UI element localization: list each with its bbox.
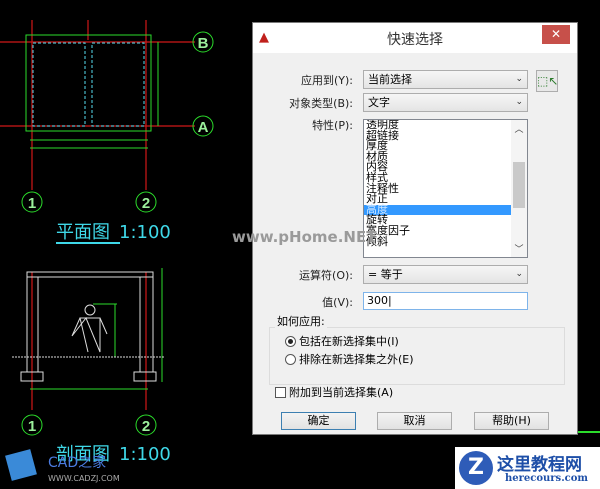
include-label: 包括在新选择集中(I) xyxy=(299,335,399,348)
apply-to-value: 当前选择 xyxy=(368,73,412,86)
object-type-label: 对象类型(B): xyxy=(289,97,353,110)
properties-label: 特性(P): xyxy=(312,119,353,132)
how-to-apply-label: 如何应用: xyxy=(275,313,327,329)
exclude-radio[interactable]: 排除在新选择集之外(E) xyxy=(285,351,414,367)
axis-label-2: 2 xyxy=(142,195,150,212)
cancel-button[interactable]: 取消 xyxy=(377,412,452,430)
close-button[interactable]: ✕ xyxy=(542,25,570,44)
cad-logo: CAD之家 WWW.CADZJ.COM xyxy=(5,449,120,483)
svg-text:CAD之家: CAD之家 xyxy=(48,454,106,471)
radio-checked-icon xyxy=(285,335,296,347)
operator-label: 运算符(O): xyxy=(299,269,353,282)
select-objects-icon: ⬚↖ xyxy=(537,74,559,88)
axis-label-2-section: 2 xyxy=(142,418,150,435)
site-logo: Z 这里教程网 herecours.com xyxy=(455,447,600,489)
svg-text:WWW.CADZJ.COM: WWW.CADZJ.COM xyxy=(48,474,120,483)
plan-scale: 1:100 xyxy=(119,222,171,243)
axis-label-1-section: 1 xyxy=(28,418,36,435)
value-text: 300 xyxy=(367,294,388,307)
value-input[interactable]: 300| xyxy=(363,292,528,310)
include-radio[interactable]: 包括在新选择集中(I) xyxy=(285,333,399,349)
site-logo-name: 这里教程网 xyxy=(497,455,582,475)
axis-label-a: A xyxy=(198,119,209,136)
value-label: 值(V): xyxy=(322,296,353,309)
scrollbar-thumb[interactable] xyxy=(513,162,525,208)
list-item[interactable]: 倾斜 xyxy=(364,236,511,248)
operator-value: = 等于 xyxy=(368,268,403,281)
plan-title: 平面图 xyxy=(56,222,110,243)
dialog-title: 快速选择 xyxy=(387,32,443,48)
chevron-down-icon: ⌄ xyxy=(515,74,523,84)
help-button[interactable]: 帮助(H) xyxy=(474,412,549,430)
operator-select[interactable]: = 等于 ⌄ xyxy=(363,265,528,284)
site-logo-icon: Z xyxy=(459,451,493,485)
chevron-down-icon: ⌄ xyxy=(515,269,523,279)
quick-select-dialog: ▲ 快速选择 ✕ 应用到(Y): 当前选择 ⌄ ⬚↖ 对象类型(B): 文字 ⌄ 特… xyxy=(252,22,578,435)
select-objects-button[interactable]: ⬚↖ xyxy=(536,70,558,92)
dialog-titlebar[interactable]: ▲ 快速选择 ✕ xyxy=(253,23,577,53)
apply-to-label: 应用到(Y): xyxy=(300,74,353,87)
radio-unchecked-icon xyxy=(285,353,296,365)
object-type-select[interactable]: 文字 ⌄ xyxy=(363,93,528,112)
properties-list[interactable]: 透明度 超链接 厚度 材质 内容 样式 注释性 对正 高度 旋转 宽度因子 倾斜… xyxy=(363,119,528,258)
object-type-value: 文字 xyxy=(368,96,390,109)
properties-scrollbar[interactable]: ︿ ﹀ xyxy=(511,120,527,257)
append-checkbox[interactable]: 附加到当前选择集(A) xyxy=(275,384,393,400)
scroll-up-icon[interactable]: ︿ xyxy=(511,122,527,135)
axis-label-1: 1 xyxy=(28,195,36,212)
scroll-down-icon[interactable]: ﹀ xyxy=(511,242,527,255)
ok-button[interactable]: 确定 xyxy=(281,412,356,430)
site-logo-url: herecours.com xyxy=(505,473,589,484)
axis-label-b: B xyxy=(198,35,209,52)
apply-to-select[interactable]: 当前选择 ⌄ xyxy=(363,70,528,89)
exclude-label: 排除在新选择集之外(E) xyxy=(299,353,414,366)
section-scale: 1:100 xyxy=(119,444,171,465)
append-label: 附加到当前选择集(A) xyxy=(289,386,394,399)
chevron-down-icon: ⌄ xyxy=(515,97,523,107)
checkbox-icon xyxy=(275,386,286,398)
